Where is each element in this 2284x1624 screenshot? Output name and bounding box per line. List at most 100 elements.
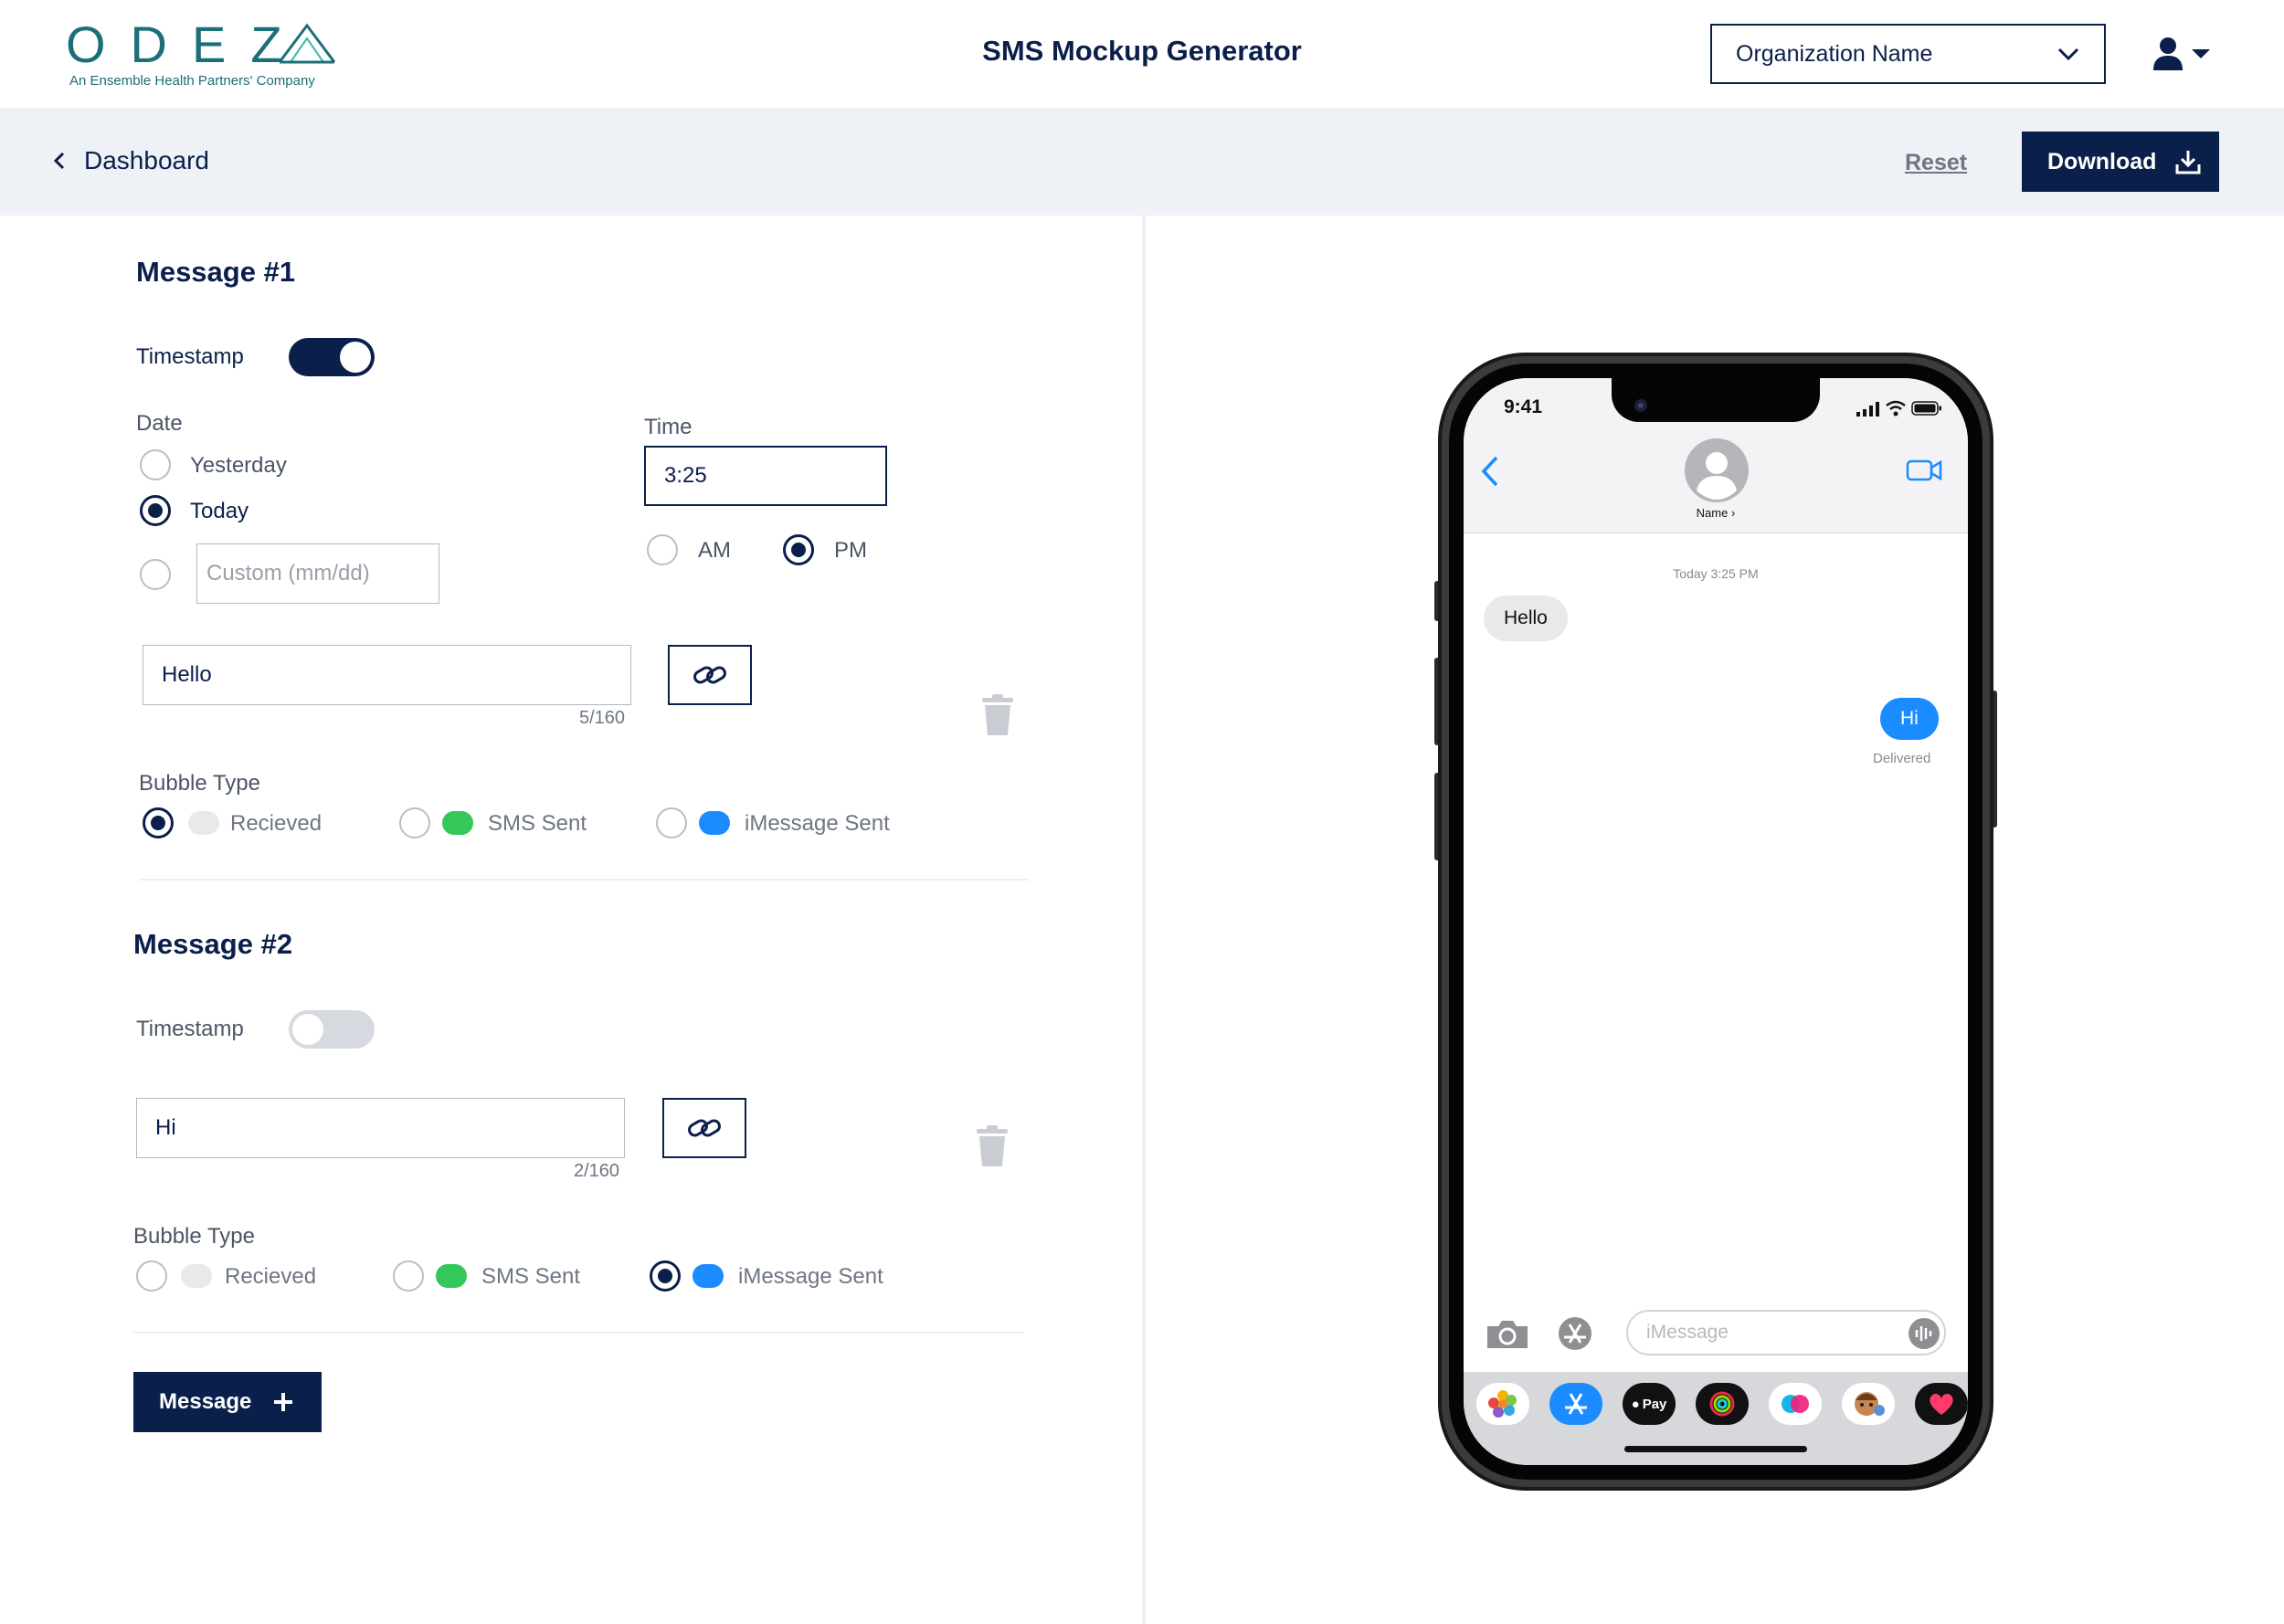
apple-pay-label: Pay [1642, 1396, 1667, 1412]
sent-message-bubble: Hi [1880, 698, 1939, 740]
download-button[interactable]: Download [2022, 132, 2219, 192]
m2-bubble-received-radio[interactable] [136, 1260, 167, 1292]
m2-bubble-imessage-radio[interactable] [650, 1260, 681, 1292]
camera-icon[interactable] [1486, 1319, 1529, 1350]
front-camera-icon [1634, 399, 1647, 412]
phone-notch [1612, 378, 1820, 422]
m2-bubble-sms-radio[interactable] [393, 1260, 424, 1292]
battery-icon [1911, 401, 1941, 416]
heart-sticker-app-icon[interactable] [1915, 1383, 1968, 1425]
message-1-delete-icon[interactable] [981, 694, 1014, 736]
m1-bubble-sms-label: SMS Sent [488, 811, 587, 836]
time-input[interactable]: 3:25 [644, 446, 887, 506]
message-2-link-button[interactable] [662, 1098, 746, 1158]
custom-date-input[interactable]: Custom (mm/dd) [196, 543, 439, 604]
message-1-date-label: Date [136, 411, 183, 436]
received-bubble-icon [181, 1264, 212, 1288]
digital-touch-app-icon[interactable] [1769, 1383, 1822, 1425]
top-header: ODEZ An Ensemble Health Partners' Compan… [0, 0, 2284, 108]
date-yesterday-label: Yesterday [190, 453, 287, 478]
download-label: Download [2047, 148, 2157, 174]
organization-select-value: Organization Name [1736, 40, 1933, 67]
m1-bubble-imessage-radio[interactable] [656, 807, 687, 838]
imessage-compose-input[interactable]: iMessage [1626, 1310, 1946, 1355]
m2-bubble-sms-label: SMS Sent [481, 1264, 581, 1289]
app-store-icon[interactable] [1555, 1315, 1601, 1352]
toggle-knob [292, 1014, 323, 1045]
message-1-timestamp-label: Timestamp [136, 344, 244, 369]
compose-placeholder: iMessage [1646, 1322, 1729, 1343]
date-yesterday-radio[interactable] [140, 449, 171, 480]
message-1-link-button[interactable] [668, 645, 752, 705]
app-store-app-icon[interactable] [1549, 1383, 1602, 1425]
toolbar: Dashboard Reset Download [0, 108, 2284, 216]
message-2-text-value: Hi [155, 1115, 176, 1140]
message-2-char-counter: 2/160 [574, 1161, 620, 1181]
am-radio[interactable] [647, 534, 678, 565]
logo-tagline: An Ensemble Health Partners' Company [69, 73, 315, 89]
video-call-icon[interactable] [1906, 459, 1942, 482]
back-to-dashboard[interactable]: Dashboard [53, 146, 209, 175]
message-1-time-label: Time [644, 415, 693, 439]
user-icon [2153, 37, 2183, 70]
pm-label: PM [834, 538, 867, 563]
status-clock: 9:41 [1504, 396, 1543, 417]
reset-link[interactable]: Reset [1905, 150, 1967, 176]
contact-avatar-icon[interactable] [1685, 438, 1749, 502]
am-label: AM [698, 538, 731, 563]
link-icon [688, 1119, 721, 1137]
toggle-knob [340, 342, 371, 373]
user-menu[interactable] [2152, 33, 2222, 75]
message-1-char-counter: 5/160 [579, 708, 626, 728]
download-icon [2175, 151, 2201, 174]
message-2-text-input[interactable]: Hi [136, 1098, 625, 1158]
time-input-value: 3:25 [664, 463, 707, 488]
m1-bubble-received-radio[interactable] [143, 807, 174, 838]
received-bubble-icon [188, 811, 219, 835]
delivered-status: Delivered [1873, 751, 1931, 766]
message-1-text-value: Hello [162, 662, 212, 687]
message-divider [133, 1332, 1024, 1334]
cellular-signal-icon [1856, 402, 1879, 417]
back-label: Dashboard [84, 146, 209, 174]
sms-bubble-icon [442, 811, 473, 835]
message-2-timestamp-label: Timestamp [136, 1017, 244, 1041]
home-indicator [1624, 1446, 1807, 1452]
message-2-title: Message #2 [133, 928, 293, 960]
plus-icon [274, 1393, 293, 1411]
activity-app-icon[interactable] [1696, 1383, 1749, 1425]
message-2-timestamp-toggle[interactable] [289, 1010, 375, 1049]
imessage-bubble-icon [699, 811, 730, 835]
received-message-bubble: Hello [1484, 596, 1568, 641]
add-message-label: Message [159, 1389, 252, 1414]
caret-down-icon [2192, 49, 2210, 58]
date-today-radio[interactable] [140, 495, 171, 526]
add-message-button[interactable]: Message [133, 1372, 322, 1432]
audio-message-icon[interactable] [1908, 1317, 1940, 1350]
message-2-bubble-type-label: Bubble Type [133, 1224, 255, 1249]
sms-bubble-icon [436, 1264, 467, 1288]
chevron-left-icon [53, 152, 65, 170]
m1-bubble-sms-radio[interactable] [399, 807, 430, 838]
chevron-down-icon [2057, 47, 2079, 61]
photos-app-icon[interactable] [1476, 1383, 1529, 1425]
message-1-text-input[interactable]: Hello [143, 645, 631, 705]
phone-screen: 9:41 Name › Today 3:25 PM Hello Hi Deliv… [1464, 378, 1968, 1465]
message-2-delete-icon[interactable] [976, 1125, 1009, 1167]
organization-select[interactable]: Organization Name [1710, 24, 2106, 84]
m2-bubble-imessage-label: iMessage Sent [738, 1264, 883, 1289]
apple-pay-app-icon[interactable]: ● Pay [1623, 1383, 1676, 1425]
pm-radio[interactable] [783, 534, 814, 565]
panel-divider [1142, 216, 1146, 1624]
link-icon [693, 666, 726, 684]
contact-name[interactable]: Name › [1464, 506, 1968, 520]
message-1-timestamp-toggle[interactable] [289, 338, 375, 376]
m1-bubble-received-label: Recieved [230, 811, 323, 836]
date-today-label: Today [190, 499, 249, 523]
memoji-app-icon[interactable] [1842, 1383, 1895, 1425]
m1-bubble-imessage-label: iMessage Sent [745, 811, 890, 836]
chevron-left-icon[interactable] [1480, 455, 1500, 488]
date-custom-radio[interactable] [140, 559, 171, 590]
chat-timestamp: Today 3:25 PM [1673, 566, 1759, 581]
message-1-title: Message #1 [136, 256, 296, 288]
